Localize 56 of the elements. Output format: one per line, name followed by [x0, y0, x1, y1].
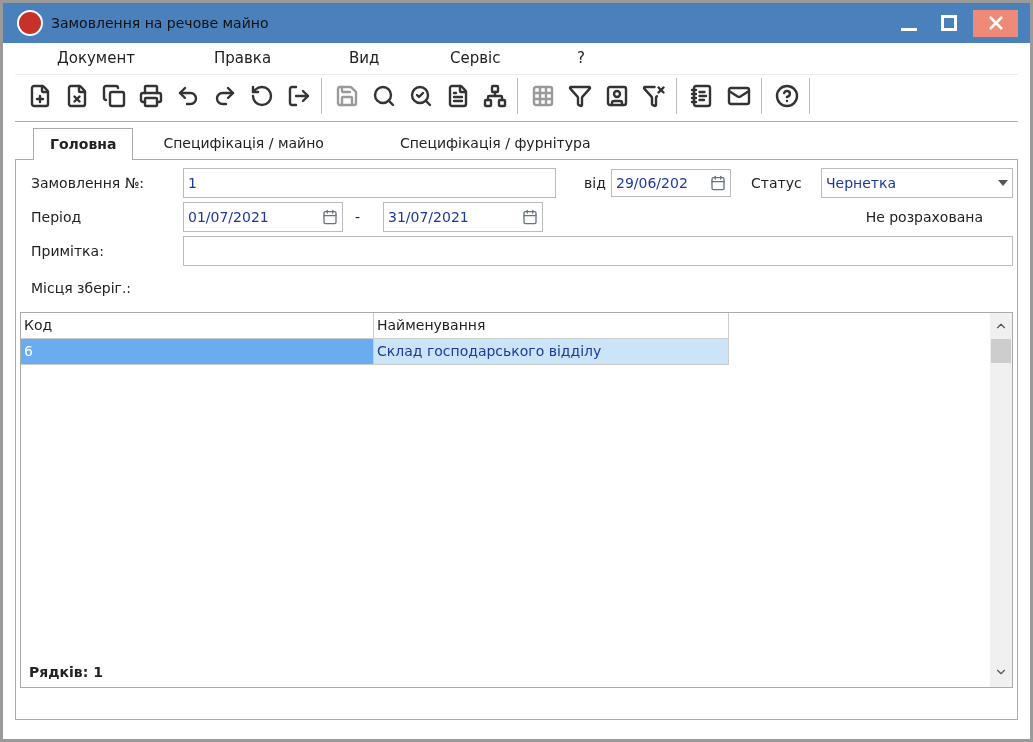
filter-icon: [567, 84, 592, 108]
menu-item[interactable]: ?: [577, 49, 585, 68]
window-title: Замовлення на речове майно: [51, 13, 269, 33]
search-icon: [371, 84, 396, 108]
notebook-icon: [689, 84, 714, 108]
status-value: Чернетка: [826, 173, 897, 193]
date-value: 31/07/2021: [388, 207, 469, 227]
save-icon: [334, 84, 359, 108]
exit-door-icon: [286, 84, 311, 108]
calendar-icon[interactable]: [322, 209, 338, 225]
help-icon: [774, 84, 799, 108]
table-cell: Склад господарського відділу: [374, 339, 729, 365]
date-field[interactable]: 29/06/202: [611, 169, 731, 197]
tab[interactable]: Головна: [33, 128, 134, 160]
person-card-icon: [604, 84, 629, 108]
menu-item[interactable]: Сервіс: [450, 49, 501, 68]
refresh-icon: [249, 84, 274, 108]
mail-icon: [726, 84, 751, 108]
field-label: Замовлення №:: [30, 173, 145, 193]
row-count: Рядків: 1: [28, 663, 104, 682]
note-field[interactable]: [182, 236, 1013, 266]
table-cell: 6: [21, 339, 374, 365]
clear-filter-icon: [641, 84, 666, 108]
field-label: Місця зберіг.:: [30, 278, 132, 298]
dropdown-caret-icon: [998, 180, 1008, 186]
maximize-icon: [941, 15, 957, 31]
tab[interactable]: Специфікація / майно: [147, 127, 340, 159]
date-value: 29/06/202: [616, 173, 688, 193]
calculation-status: Не розрахована: [865, 207, 983, 227]
date-field[interactable]: 31/07/2021: [383, 202, 543, 232]
order-number-field[interactable]: 1: [183, 168, 556, 198]
menu-item[interactable]: Документ: [57, 49, 135, 68]
status-dropdown[interactable]: Чернетка: [821, 168, 1013, 198]
hierarchy-icon: [482, 84, 507, 108]
calendar-icon[interactable]: [522, 209, 538, 225]
field-label: Статус: [750, 173, 803, 193]
copy-icon: [101, 84, 126, 108]
print-icon: [138, 84, 163, 108]
menu-item[interactable]: Вид: [349, 49, 380, 68]
field-label: Примітка:: [30, 241, 105, 261]
tab[interactable]: Специфікація / фурнітура: [383, 127, 607, 159]
app-logo-icon: [17, 10, 43, 36]
range-separator: -: [354, 207, 362, 227]
vertical-scrollbar[interactable]: [990, 313, 1012, 687]
calendar-icon[interactable]: [710, 175, 726, 191]
table-row[interactable]: 6 Склад господарського відділу: [21, 339, 990, 365]
date-field[interactable]: 01/07/2021: [183, 202, 343, 232]
close-icon: [987, 15, 1004, 31]
date-value: 01/07/2021: [188, 207, 269, 227]
minimize-icon: [901, 28, 917, 31]
close-button[interactable]: [973, 9, 1018, 37]
scroll-thumb[interactable]: [991, 339, 1011, 363]
field-label: Період: [30, 207, 83, 227]
field-label: від: [583, 173, 607, 193]
menu-item[interactable]: Правка: [214, 49, 272, 68]
grid-icon: [530, 84, 555, 108]
